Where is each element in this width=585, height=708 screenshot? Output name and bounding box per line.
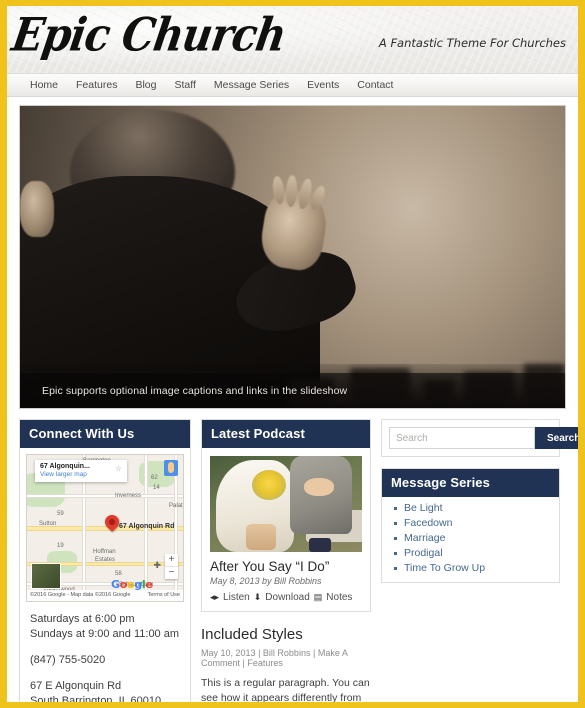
map-expand-icon[interactable]: ✚ (153, 560, 161, 571)
message-series-list: Be Light Facedown Marriage Prodigal Time… (382, 497, 559, 582)
blog-post: Included Styles May 10, 2013 | Bill Robb… (201, 622, 371, 702)
post-body-text: This is a regular paragraph. You can see… (201, 677, 370, 702)
slide-caption-text: Epic supports optional image captions an… (42, 384, 348, 397)
map-thumbnail[interactable] (31, 563, 61, 589)
post-title[interactable]: Included Styles (201, 626, 371, 643)
map-shield-label: 19 (57, 543, 64, 549)
map-label: Hoffman (93, 549, 116, 555)
post-date: May 10, 2013 (201, 648, 256, 658)
map-attribution: ©2016 Google - Map data ©2016 Google (30, 592, 131, 598)
post-category-link[interactable]: Features (247, 658, 283, 668)
podcast-thumbnail[interactable] (210, 456, 362, 552)
podcast-download-link[interactable]: Download (265, 592, 309, 603)
map-zoom-out-button[interactable]: − (165, 566, 178, 579)
google-map[interactable]: Barrington Inverness Palatine Sutton Hof… (26, 454, 184, 602)
map-label: Sutton (39, 521, 57, 527)
map-pin-label: 67 Algonquin Rd (119, 523, 175, 530)
notes-icon: ▤ (313, 592, 323, 602)
site-tagline: A Fantastic Theme For Churches (378, 36, 566, 50)
service-times: Saturdays at 6:00 pm Sundays at 9:00 and… (30, 612, 180, 642)
series-item-facedown[interactable]: Facedown (394, 516, 559, 531)
podcast-episode-meta: May 8, 2013 by Bill Robbins (210, 576, 322, 586)
map-card-title: 67 Algonquin... (40, 463, 90, 470)
nav-item-staff[interactable]: Staff (165, 74, 204, 96)
column-middle: Latest Podcast After You Say “I Do” May … (201, 419, 371, 702)
main-navigation: Home Features Blog Staff Message Series … (7, 74, 578, 97)
series-item-be-light[interactable]: Be Light (394, 501, 559, 516)
podcast-episode-title[interactable]: After You Say “I Do” (210, 559, 362, 574)
connect-panel-title: Connect With Us (20, 420, 190, 448)
address-line-1: 67 E Algonquin Rd (30, 680, 122, 692)
map-label: Palatine (169, 503, 184, 509)
map-label: Inverness (115, 493, 142, 499)
site-header: Epic Church A Fantastic Theme For Church… (7, 6, 578, 74)
nav-item-features[interactable]: Features (67, 74, 126, 96)
map-road (27, 495, 183, 497)
download-icon: ⬇ (253, 592, 262, 602)
speaker-icon: ◂▸ (210, 592, 220, 602)
nav-item-events[interactable]: Events (298, 74, 348, 96)
column-left: Connect With Us Inverness Palati Sutton … (19, 419, 191, 702)
phone-number[interactable]: (847) 755-5020 (30, 653, 180, 668)
podcast-img-shoes (309, 538, 331, 552)
nav-item-contact[interactable]: Contact (348, 74, 402, 96)
map-info-card[interactable]: 67 Algonquin... View larger map ☆ (35, 460, 127, 482)
podcast-panel-title: Latest Podcast (202, 420, 370, 448)
nav-item-home[interactable]: Home (21, 74, 67, 96)
map-zoom-controls[interactable]: + − (165, 554, 178, 579)
slide-figure-hand-left (20, 181, 54, 237)
map-terms-link[interactable]: Terms of Use (148, 590, 180, 601)
podcast-img-legs (246, 524, 276, 550)
post-excerpt: This is a regular paragraph. You can see… (201, 676, 371, 702)
site-logo[interactable]: Epic Church (8, 8, 289, 62)
meta-separator: | (242, 658, 245, 668)
series-item-time-to-grow-up[interactable]: Time To Grow Up (394, 561, 559, 576)
map-road (175, 455, 177, 601)
search-widget: Search (381, 419, 578, 457)
meta-separator: | (258, 648, 261, 658)
podcast-action-links: ◂▸ Listen ⬇ Download ▤ Notes (210, 592, 362, 603)
map-shield-label: 62 (151, 475, 158, 481)
podcast-img-bouquet (252, 470, 286, 500)
map-shield-label: 59 (57, 511, 64, 517)
podcast-img-hands (304, 478, 334, 496)
service-time-sunday: Sundays at 9:00 and 11:00 am (30, 628, 180, 640)
connect-details: Saturdays at 6:00 pm Sundays at 9:00 and… (26, 602, 184, 702)
map-shield-label: 14 (153, 485, 160, 491)
service-time-saturday: Saturdays at 6:00 pm (30, 613, 135, 625)
nav-item-message-series[interactable]: Message Series (205, 74, 298, 96)
street-address: 67 E Algonquin Rd South Barrington, IL 6… (30, 679, 180, 702)
search-button[interactable]: Search (535, 427, 578, 449)
message-series-panel: Message Series Be Light Facedown Marriag… (381, 468, 560, 583)
star-icon[interactable]: ☆ (115, 464, 122, 473)
nav-item-blog[interactable]: Blog (126, 74, 165, 96)
connect-panel-body: Barrington Inverness Palatine Sutton Hof… (20, 448, 190, 702)
map-zoom-in-button[interactable]: + (165, 554, 178, 566)
page-frame: Epic Church A Fantastic Theme For Church… (7, 6, 578, 702)
series-item-prodigal[interactable]: Prodigal (394, 546, 559, 561)
meta-separator: | (312, 648, 316, 658)
map-view-larger-link[interactable]: View larger map (40, 471, 123, 478)
map-label: Estates (95, 557, 116, 563)
post-author-link[interactable]: Bill Robbins (263, 648, 311, 658)
podcast-panel-body: After You Say “I Do” May 8, 2013 by Bill… (202, 448, 370, 611)
podcast-notes-link[interactable]: Notes (326, 592, 352, 603)
search-input[interactable] (389, 427, 535, 449)
post-meta: May 10, 2013 | Bill Robbins | Make A Com… (201, 648, 371, 668)
podcast-panel: Latest Podcast After You Say “I Do” May … (201, 419, 371, 612)
slide-image (20, 106, 565, 408)
map-attribution-bar: ©2016 Google - Map data ©2016 Google Ter… (27, 590, 183, 601)
slide-caption-bar: Epic supports optional image captions an… (20, 373, 565, 408)
message-series-title: Message Series (382, 469, 559, 497)
pegman-icon[interactable] (164, 460, 178, 476)
column-right: Search Message Series Be Light Facedown … (381, 419, 578, 593)
content-columns: Connect With Us Inverness Palati Sutton … (19, 419, 578, 702)
hero-slideshow[interactable]: Epic supports optional image captions an… (19, 105, 566, 409)
map-shield-label: 58 (115, 571, 122, 577)
connect-panel: Connect With Us Inverness Palati Sutton … (19, 419, 191, 702)
series-item-marriage[interactable]: Marriage (394, 531, 559, 546)
podcast-listen-link[interactable]: Listen (223, 592, 250, 603)
address-line-2: South Barrington, IL 60010 (30, 695, 162, 702)
